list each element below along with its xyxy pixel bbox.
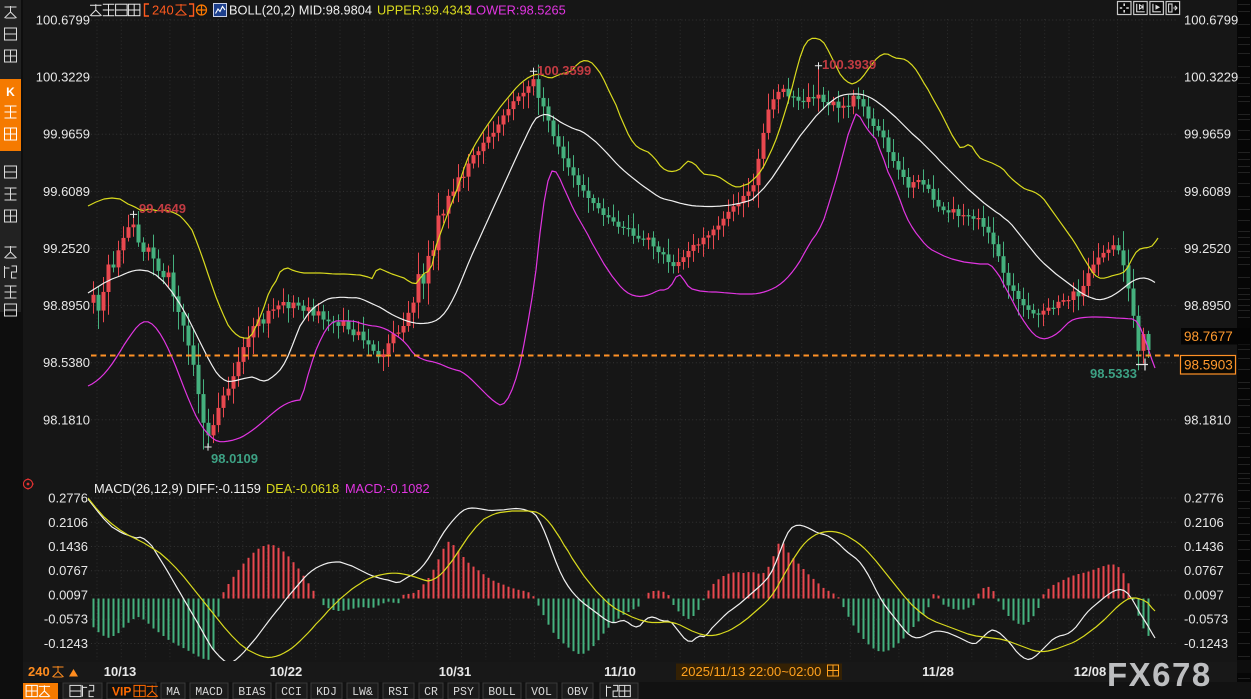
svg-text:-0.0573: -0.0573 <box>1184 612 1228 627</box>
svg-text:MACD:-0.1082: MACD:-0.1082 <box>345 481 430 496</box>
svg-text:99.9659: 99.9659 <box>1184 127 1231 142</box>
svg-text:99.2520: 99.2520 <box>43 241 90 256</box>
svg-text:0.1436: 0.1436 <box>1184 539 1224 554</box>
svg-text:BOLL: BOLL <box>488 686 516 699</box>
svg-text:98.5380: 98.5380 <box>43 355 90 370</box>
svg-text:PSY: PSY <box>453 686 474 699</box>
svg-text:98.1810: 98.1810 <box>43 412 90 427</box>
svg-text:98.8950: 98.8950 <box>1184 298 1231 313</box>
svg-text:100.6799: 100.6799 <box>1184 13 1238 28</box>
svg-text:99.6089: 99.6089 <box>1184 184 1231 199</box>
svg-text:100.3229: 100.3229 <box>36 70 90 85</box>
svg-text:10/13: 10/13 <box>104 664 137 679</box>
svg-text:0.2106: 0.2106 <box>1184 515 1224 530</box>
svg-text:100.3939: 100.3939 <box>822 57 876 72</box>
svg-text:-0.1243: -0.1243 <box>1184 636 1228 651</box>
svg-text:CR: CR <box>424 686 438 699</box>
svg-text:98.7677: 98.7677 <box>1184 329 1233 344</box>
svg-text:FX678: FX678 <box>1107 656 1212 693</box>
svg-text:99.4649: 99.4649 <box>139 201 186 216</box>
svg-text:MA: MA <box>166 686 180 699</box>
svg-text:99.9659: 99.9659 <box>43 127 90 142</box>
svg-text:0.0767: 0.0767 <box>1184 563 1224 578</box>
svg-text:10/31: 10/31 <box>439 664 472 679</box>
svg-text:OBV: OBV <box>567 686 588 699</box>
svg-text:KDJ: KDJ <box>316 686 337 699</box>
svg-text:K: K <box>6 85 15 99</box>
svg-text:98.8950: 98.8950 <box>43 298 90 313</box>
svg-text:2025/11/13 22:00~02:00: 2025/11/13 22:00~02:00 <box>681 664 821 679</box>
svg-text:MACD: MACD <box>195 686 223 699</box>
svg-text:BIAS: BIAS <box>238 686 266 699</box>
svg-text:11/28: 11/28 <box>922 664 954 679</box>
svg-text:VIP: VIP <box>112 685 131 699</box>
svg-text:UPPER:99.4343: UPPER:99.4343 <box>377 3 471 18</box>
svg-text:100.3599: 100.3599 <box>537 63 591 78</box>
svg-text:0.1436: 0.1436 <box>48 539 88 554</box>
svg-text:-0.0573: -0.0573 <box>44 612 88 627</box>
svg-text:0.2776: 0.2776 <box>1184 491 1224 506</box>
svg-text:98.0109: 98.0109 <box>211 451 258 466</box>
svg-text:10/22: 10/22 <box>270 664 303 679</box>
svg-text:99.2520: 99.2520 <box>1184 241 1231 256</box>
svg-text:100.6799: 100.6799 <box>36 13 90 28</box>
svg-text:11/10: 11/10 <box>604 664 636 679</box>
svg-text:98.1810: 98.1810 <box>1184 412 1231 427</box>
svg-text:99.6089: 99.6089 <box>43 184 90 199</box>
svg-text:MACD(26,12,9) DIFF:-0.1159: MACD(26,12,9) DIFF:-0.1159 <box>94 481 261 496</box>
svg-text:100.3229: 100.3229 <box>1184 70 1238 85</box>
svg-text:98.5903: 98.5903 <box>1184 358 1233 373</box>
svg-text:98.5333: 98.5333 <box>1090 366 1137 381</box>
svg-text:VOL: VOL <box>531 686 552 699</box>
svg-text:CCI: CCI <box>281 686 302 699</box>
svg-text:240: 240 <box>28 664 50 679</box>
svg-text:0.0767: 0.0767 <box>48 563 88 578</box>
svg-text:0.2106: 0.2106 <box>48 515 88 530</box>
svg-text:LOWER:98.5265: LOWER:98.5265 <box>469 3 566 18</box>
svg-text:LW&: LW& <box>352 686 373 699</box>
svg-text:12/08: 12/08 <box>1074 664 1107 679</box>
svg-text:BOLL(20,2) MID:98.9804: BOLL(20,2) MID:98.9804 <box>229 3 372 18</box>
svg-text:240: 240 <box>152 3 174 18</box>
svg-text:0.0097: 0.0097 <box>1184 588 1224 603</box>
svg-text:-0.1243: -0.1243 <box>44 636 88 651</box>
svg-text:DEA:-0.0618: DEA:-0.0618 <box>266 481 339 496</box>
svg-text:0.2776: 0.2776 <box>48 491 88 506</box>
svg-text:0.0097: 0.0097 <box>48 588 88 603</box>
svg-text:RSI: RSI <box>388 686 409 699</box>
